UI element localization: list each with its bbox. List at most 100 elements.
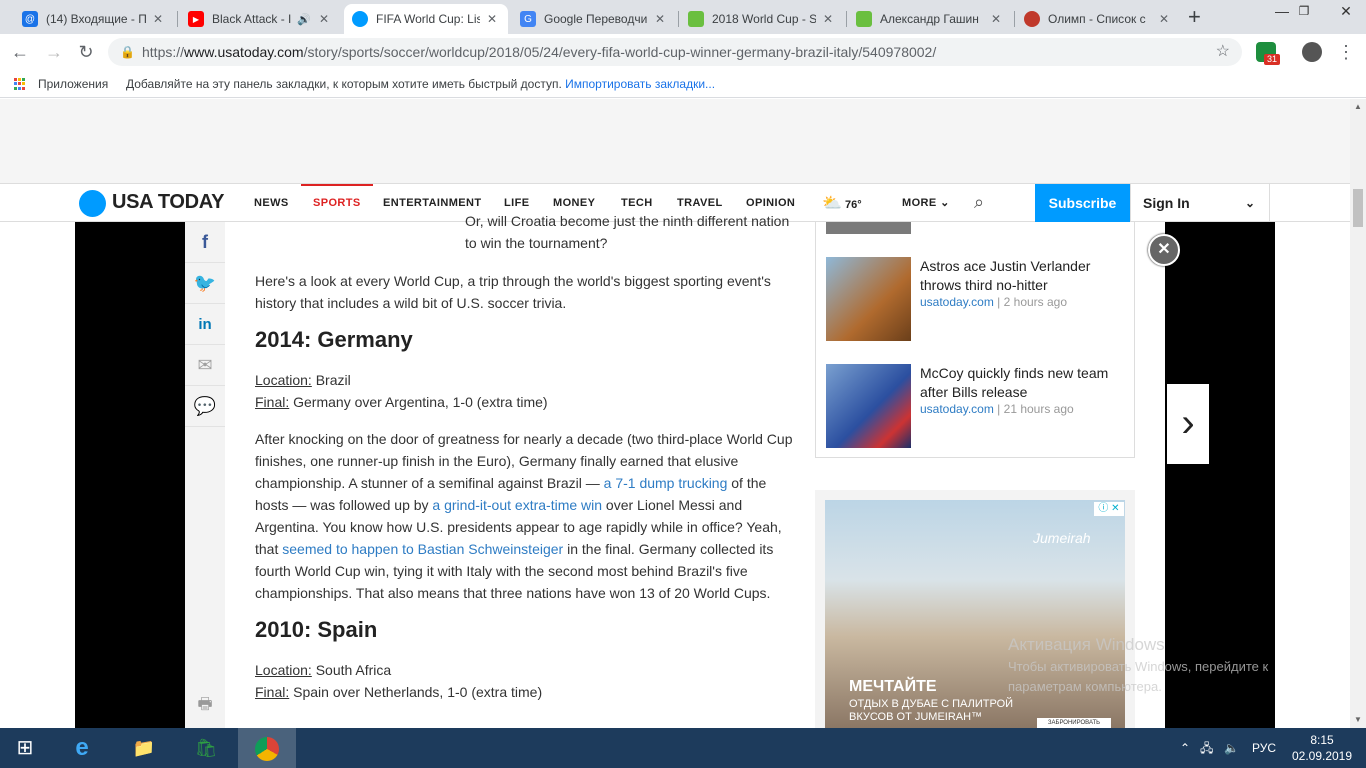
close-tab-icon[interactable]: ✕ xyxy=(316,12,332,26)
facebook-icon[interactable]: f xyxy=(185,222,225,263)
section-meta: Location: Brazil Final: Germany over Arg… xyxy=(255,369,800,413)
scroll-down-arrow-icon[interactable]: ▼ xyxy=(1350,712,1366,728)
meta-separator: | xyxy=(997,295,1001,309)
file-explorer-icon[interactable]: 📁 xyxy=(116,728,172,768)
nav-news[interactable]: NEWS xyxy=(254,184,289,222)
bookmark-green-icon xyxy=(856,11,872,27)
close-tab-icon[interactable]: ✕ xyxy=(820,12,836,26)
intro-paragraph: Here's a look at every World Cup, a trip… xyxy=(255,273,771,311)
tab-gashin[interactable]: Александр Гашин ✕ xyxy=(848,4,1012,34)
ad-choices-icon[interactable]: ⓘ ✕ xyxy=(1094,502,1124,516)
article-link-7-1[interactable]: a 7-1 dump trucking xyxy=(604,475,728,491)
site-logo[interactable]: USA TODAY xyxy=(112,191,224,214)
bookmarks-hint-text: Добавляйте на эту панель закладки, к кот… xyxy=(126,77,562,91)
story-source[interactable]: usatoday.com xyxy=(920,295,994,309)
final-label: Final: xyxy=(255,684,290,700)
meta-separator: | xyxy=(997,402,1001,416)
nav-more-label: MORE xyxy=(902,197,937,209)
article-link-extra-time[interactable]: a grind-it-out extra-time win xyxy=(432,497,602,513)
story-source[interactable]: usatoday.com xyxy=(920,402,994,416)
close-tab-icon[interactable]: ✕ xyxy=(652,12,668,26)
weather-widget[interactable]: ⛅ 76° xyxy=(822,193,862,213)
profile-avatar[interactable] xyxy=(1302,42,1322,62)
address-bar[interactable]: 🔒 https://www.usatoday.com/story/sports/… xyxy=(108,38,1242,66)
scroll-thumb[interactable] xyxy=(1353,189,1363,227)
new-tab-button[interactable]: + xyxy=(1188,6,1201,28)
story-thumb-partial[interactable] xyxy=(826,222,911,234)
bookmark-star-icon[interactable]: ☆ xyxy=(1216,38,1230,66)
chrome-logo xyxy=(255,737,279,762)
print-icon[interactable]: 🖶 xyxy=(185,682,225,728)
store-icon[interactable]: 🛍 xyxy=(178,728,234,768)
page-scrollbar[interactable]: ▲ ▼ xyxy=(1350,99,1366,728)
network-icon[interactable]: 🖧 xyxy=(1200,728,1213,768)
next-arrow-button[interactable]: › xyxy=(1167,384,1209,464)
ad-subline: ОТДЫХ В ДУБАЕ С ПАЛИТРОЙ ВКУСОВ ОТ JUMEI… xyxy=(849,698,1014,723)
speaker-icon[interactable]: 🔊 xyxy=(296,13,312,26)
tab-title: Black Attack - I xyxy=(212,12,292,26)
volume-icon[interactable]: 🔈 xyxy=(1224,728,1239,768)
activation-watermark-text: Чтобы активировать Windows, перейдите к … xyxy=(1008,659,1269,694)
tab-youtube[interactable]: ▶ Black Attack - I 🔊 ✕ xyxy=(180,4,340,34)
story-thumbnail[interactable] xyxy=(826,257,911,341)
story-meta: usatoday.com | 21 hours ago xyxy=(920,402,1074,416)
close-overlay-button[interactable]: ✕ xyxy=(1148,234,1180,266)
chevron-down-icon: ⌄ xyxy=(1244,196,1255,210)
comment-icon[interactable]: 💬 xyxy=(185,386,225,427)
tab-fifa-active[interactable]: FIFA World Cup: Lis ✕ xyxy=(344,4,508,34)
import-bookmarks-link[interactable]: Импортировать закладки... xyxy=(565,77,715,91)
sign-in-button[interactable]: Sign In ⌄ xyxy=(1130,184,1270,222)
ad-cta-button[interactable]: ЗАБРОНИРОВАТЬ xyxy=(1037,718,1111,728)
close-tab-icon[interactable]: ✕ xyxy=(988,12,1004,26)
location-label: Location: xyxy=(255,662,312,678)
menu-dots-icon[interactable]: ⋮ xyxy=(1334,40,1358,64)
tab-separator xyxy=(1014,11,1015,27)
browser-toolbar: ← → ↻ 🔒 https://www.usatoday.com/story/s… xyxy=(0,34,1366,70)
article-link-schweinsteiger[interactable]: seemed to happen to Bastian Schweinsteig… xyxy=(282,541,563,557)
pull-quote: Or, will Croatia become just the ninth d… xyxy=(465,213,790,251)
chrome-icon[interactable] xyxy=(238,728,296,768)
location-value: South Africa xyxy=(311,662,392,678)
scroll-up-arrow-icon[interactable]: ▲ xyxy=(1350,99,1366,115)
close-window-button[interactable]: ✕ xyxy=(1326,0,1366,24)
tray-arrow-icon[interactable]: ⌃ xyxy=(1180,728,1190,768)
restore-button[interactable]: ❐ xyxy=(1284,0,1324,24)
close-tab-icon[interactable]: ✕ xyxy=(484,12,500,26)
tab-google-translate[interactable]: G Google Переводчи ✕ xyxy=(512,4,676,34)
forward-arrow-icon[interactable]: → xyxy=(42,40,66,64)
tab-title: Александр Гашин xyxy=(880,12,979,26)
email-icon[interactable]: ✉ xyxy=(185,345,225,386)
final-value: Spain over Netherlands, 1-0 (extra time) xyxy=(289,684,543,700)
close-tab-icon[interactable]: ✕ xyxy=(150,12,166,26)
subscribe-button[interactable]: Subscribe xyxy=(1035,184,1130,222)
windows-start-icon[interactable]: ⊞ xyxy=(0,728,50,768)
google-translate-icon: G xyxy=(520,11,536,27)
system-clock[interactable]: 8:15 02.09.2019 xyxy=(1290,732,1354,764)
apps-link[interactable]: Приложения xyxy=(38,70,108,98)
story-title[interactable]: Astros ace Justin Verlander throws third… xyxy=(920,257,1130,295)
nav-more[interactable]: MORE ⌄ xyxy=(902,184,950,222)
bookmarks-hint: Добавляйте на эту панель закладки, к кот… xyxy=(126,70,715,98)
back-arrow-icon[interactable]: ← xyxy=(8,40,32,64)
twitter-icon[interactable]: 🐦 xyxy=(185,263,225,304)
tab-mail[interactable]: @ (14) Входящие - По ✕ xyxy=(14,4,174,34)
windows-taskbar: ⊞ e 📁 🛍 ⌃ 🖧 🔈 РУС 8:15 02.09.2019 xyxy=(0,728,1366,768)
nav-sports[interactable]: SPORTS xyxy=(301,184,373,222)
activation-watermark-title: Активация Windows xyxy=(1008,635,1165,654)
story-thumbnail[interactable] xyxy=(826,364,911,448)
tab-worldcup-2018[interactable]: 2018 World Cup - S ✕ xyxy=(680,4,844,34)
tab-separator xyxy=(177,11,178,27)
usatoday-logo-icon[interactable] xyxy=(79,190,106,217)
tab-olimp[interactable]: Олимп - Список с ✕ xyxy=(1016,4,1180,34)
language-indicator[interactable]: РУС xyxy=(1252,728,1276,768)
related-stories: Astros ace Justin Verlander throws third… xyxy=(815,222,1135,458)
story-title[interactable]: McCoy quickly finds new team after Bills… xyxy=(920,364,1130,402)
search-icon[interactable]: ⌕ xyxy=(974,192,984,213)
cloud-sun-icon: ⛅ xyxy=(822,195,842,212)
article-body: Here's a look at every World Cup, a trip… xyxy=(255,270,800,718)
linkedin-icon[interactable]: in xyxy=(185,304,225,345)
apps-grid-icon[interactable] xyxy=(14,78,26,90)
close-tab-icon[interactable]: ✕ xyxy=(1156,12,1172,26)
internet-explorer-icon[interactable]: e xyxy=(54,728,110,768)
reload-icon[interactable]: ↻ xyxy=(74,40,98,64)
